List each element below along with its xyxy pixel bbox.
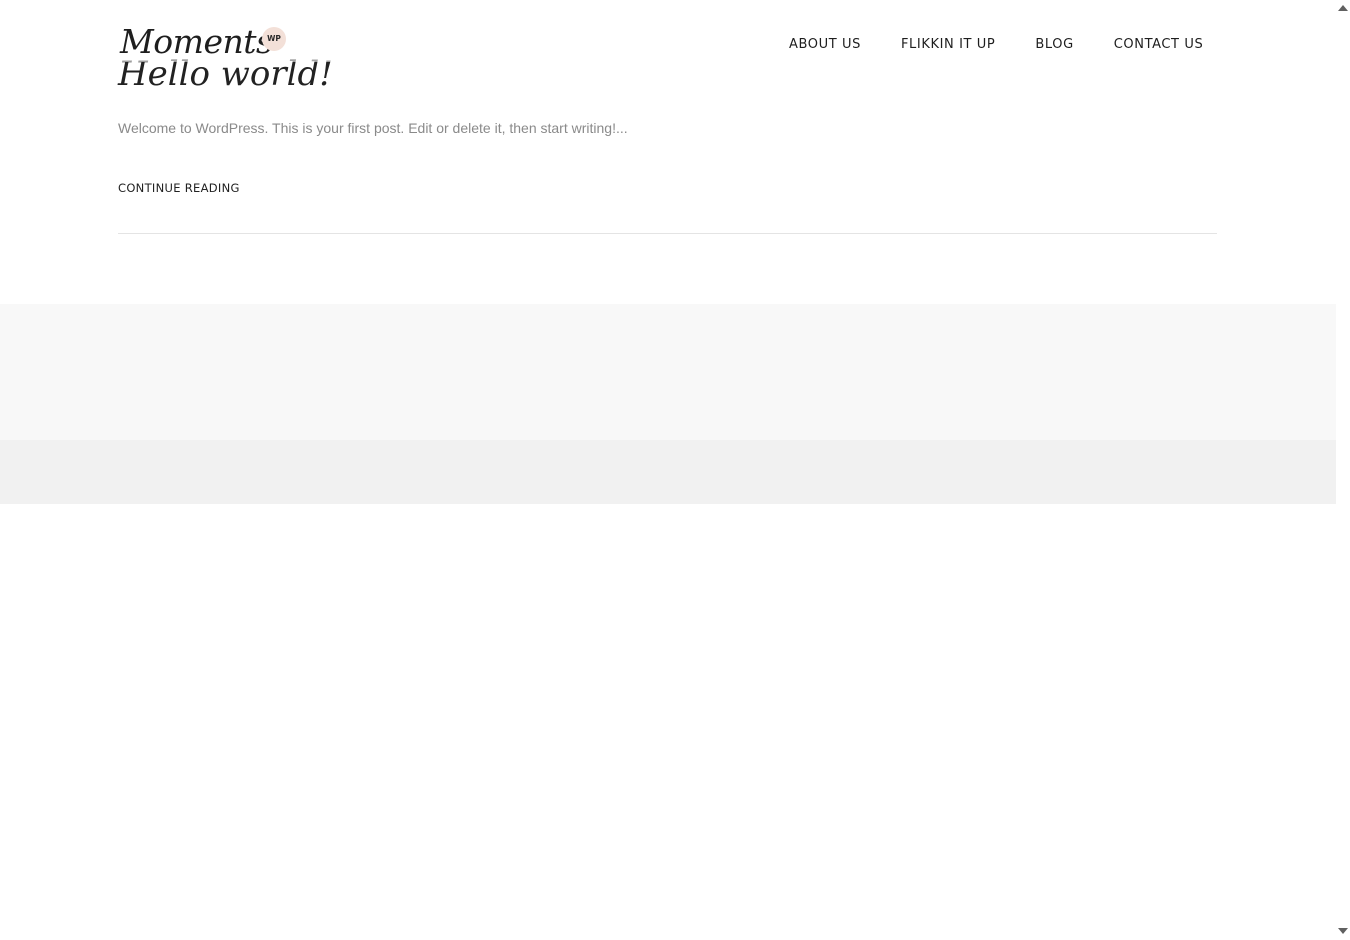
page: Hello world! Welcome to WordPress. This … (0, 0, 1336, 940)
logo-wordmark: Moments (120, 22, 273, 61)
nav-blog[interactable]: BLOG (1035, 35, 1073, 55)
footer-widgets-area (0, 304, 1336, 440)
scroll-up-arrow-icon[interactable] (1338, 5, 1348, 11)
vertical-scrollbar[interactable] (1336, 0, 1350, 940)
continue-reading-link[interactable]: CONTINUE READING (118, 181, 240, 195)
main-navigation: ABOUT US FLIKKIN IT UP BLOG CONTACT US (789, 35, 1203, 55)
nav-contact-us[interactable]: CONTACT US (1114, 35, 1204, 55)
footer-bottom-bar (0, 440, 1336, 504)
nav-about-us[interactable]: ABOUT US (789, 35, 861, 55)
logo-badge: WP (262, 27, 286, 51)
nav-flikkin-it-up[interactable]: FLIKKIN IT UP (901, 35, 995, 55)
site-logo[interactable]: Moments WP (118, 22, 290, 68)
post-divider (118, 233, 1217, 234)
site-header: Moments WP ABOUT US FLIKKIN IT UP BLOG C… (0, 0, 1336, 62)
post-excerpt: Welcome to WordPress. This is your first… (118, 120, 628, 136)
scroll-down-arrow-icon[interactable] (1338, 928, 1348, 934)
